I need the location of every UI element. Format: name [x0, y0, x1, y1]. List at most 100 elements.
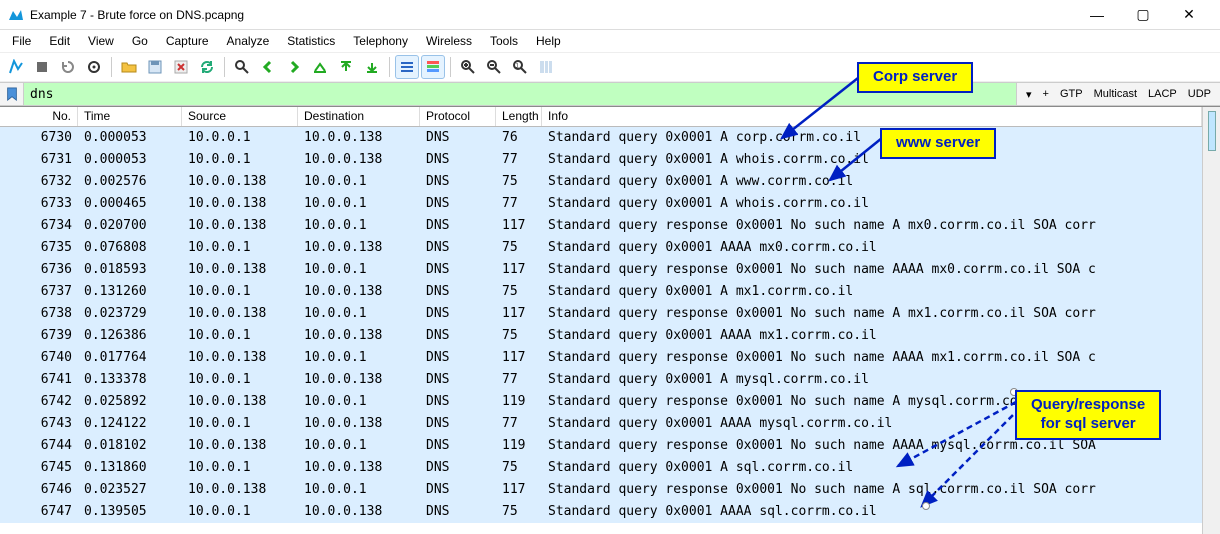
cell: 10.0.0.1 [298, 347, 420, 369]
packet-row[interactable]: 67330.00046510.0.0.13810.0.0.1DNS77Stand… [0, 193, 1202, 215]
col-header-no[interactable]: No. [0, 107, 78, 126]
stop-icon[interactable] [30, 55, 54, 79]
packet-row[interactable]: 67300.00005310.0.0.110.0.0.138DNS76Stand… [0, 127, 1202, 149]
filter-btn-[interactable]: + [1038, 86, 1054, 102]
col-header-dst[interactable]: Destination [298, 107, 420, 126]
cell: 10.0.0.1 [298, 391, 420, 413]
maximize-button[interactable]: ▢ [1120, 0, 1166, 30]
menu-telephony[interactable]: Telephony [345, 32, 416, 50]
close-button[interactable]: ✕ [1166, 0, 1212, 30]
zoom-in-icon[interactable] [456, 55, 480, 79]
cell: 10.0.0.1 [298, 479, 420, 501]
packet-row[interactable]: 67360.01859310.0.0.13810.0.0.1DNS117Stan… [0, 259, 1202, 281]
menu-tools[interactable]: Tools [482, 32, 526, 50]
cell: 10.0.0.138 [298, 237, 420, 259]
resize-cols-icon[interactable] [534, 55, 558, 79]
menu-view[interactable]: View [80, 32, 122, 50]
cell: 10.0.0.138 [182, 435, 298, 457]
filter-btn-[interactable]: ▾ [1021, 86, 1037, 103]
packet-row[interactable]: 67340.02070010.0.0.13810.0.0.1DNS117Stan… [0, 215, 1202, 237]
cell: Standard query 0x0001 A whois.corrm.co.i… [542, 149, 1202, 171]
scrollbar[interactable] [1202, 107, 1220, 534]
cell: 6733 [0, 193, 78, 215]
back-icon[interactable] [256, 55, 280, 79]
cell: 10.0.0.138 [298, 127, 420, 149]
cell: DNS [420, 303, 496, 325]
cell: 6742 [0, 391, 78, 413]
menu-edit[interactable]: Edit [41, 32, 78, 50]
packet-row[interactable]: 67400.01776410.0.0.13810.0.0.1DNS117Stan… [0, 347, 1202, 369]
cell: 10.0.0.1 [182, 127, 298, 149]
restart-icon[interactable] [56, 55, 80, 79]
minimize-button[interactable]: — [1074, 0, 1120, 30]
cell: 75 [496, 171, 542, 193]
find-icon[interactable] [230, 55, 254, 79]
cell: 6734 [0, 215, 78, 237]
cell: 10.0.0.138 [182, 391, 298, 413]
cell: 6738 [0, 303, 78, 325]
cell: DNS [420, 215, 496, 237]
colorize-icon[interactable] [421, 55, 445, 79]
bookmark-icon[interactable] [0, 83, 24, 105]
cell: 10.0.0.1 [182, 501, 298, 523]
open-icon[interactable] [117, 55, 141, 79]
filter-btn-multicast[interactable]: Multicast [1089, 86, 1142, 102]
autoscroll-icon[interactable] [395, 55, 419, 79]
cell: 77 [496, 149, 542, 171]
col-header-proto[interactable]: Protocol [420, 107, 496, 126]
packet-row[interactable]: 67410.13337810.0.0.110.0.0.138DNS77Stand… [0, 369, 1202, 391]
packet-row[interactable]: 67390.12638610.0.0.110.0.0.138DNS75Stand… [0, 325, 1202, 347]
col-header-time[interactable]: Time [78, 107, 182, 126]
cell: 0.000465 [78, 193, 182, 215]
reload-icon[interactable] [195, 55, 219, 79]
menu-statistics[interactable]: Statistics [279, 32, 343, 50]
cell: 117 [496, 259, 542, 281]
jump-icon[interactable] [308, 55, 332, 79]
cell: 6730 [0, 127, 78, 149]
col-header-len[interactable]: Length [496, 107, 542, 126]
cell: DNS [420, 501, 496, 523]
close-file-icon[interactable] [169, 55, 193, 79]
menu-help[interactable]: Help [528, 32, 569, 50]
packet-row[interactable]: 67350.07680810.0.0.110.0.0.138DNS75Stand… [0, 237, 1202, 259]
menu-analyze[interactable]: Analyze [219, 32, 278, 50]
filter-btn-gtp[interactable]: GTP [1055, 86, 1088, 102]
cell: 6746 [0, 479, 78, 501]
menu-file[interactable]: File [4, 32, 39, 50]
packet-row[interactable]: 67370.13126010.0.0.110.0.0.138DNS75Stand… [0, 281, 1202, 303]
packet-row[interactable]: 67460.02352710.0.0.13810.0.0.1DNS117Stan… [0, 479, 1202, 501]
col-header-src[interactable]: Source [182, 107, 298, 126]
packet-list-header[interactable]: No. Time Source Destination Protocol Len… [0, 107, 1202, 127]
cell: 10.0.0.1 [298, 259, 420, 281]
filter-btn-lacp[interactable]: LACP [1143, 86, 1182, 102]
cell: Standard query 0x0001 A whois.corrm.co.i… [542, 193, 1202, 215]
fin-start-icon[interactable] [4, 55, 28, 79]
cell: 10.0.0.138 [298, 457, 420, 479]
packet-row[interactable]: 67470.13950510.0.0.110.0.0.138DNS75Stand… [0, 501, 1202, 523]
menu-wireless[interactable]: Wireless [418, 32, 480, 50]
menu-capture[interactable]: Capture [158, 32, 217, 50]
scrollbar-thumb[interactable] [1208, 111, 1216, 151]
packet-row[interactable]: 67450.13186010.0.0.110.0.0.138DNS75Stand… [0, 457, 1202, 479]
packet-row[interactable]: 67310.00005310.0.0.110.0.0.138DNS77Stand… [0, 149, 1202, 171]
go-last-icon[interactable] [360, 55, 384, 79]
window-title: Example 7 - Brute force on DNS.pcapng [30, 8, 244, 22]
zoom-out-icon[interactable] [482, 55, 506, 79]
zoom-reset-icon[interactable]: 1 [508, 55, 532, 79]
options-icon[interactable] [82, 55, 106, 79]
col-header-info[interactable]: Info [542, 107, 1202, 126]
menubar: FileEditViewGoCaptureAnalyzeStatisticsTe… [0, 30, 1220, 52]
forward-icon[interactable] [282, 55, 306, 79]
cell: DNS [420, 149, 496, 171]
cell: 10.0.0.138 [182, 479, 298, 501]
cell: 0.139505 [78, 501, 182, 523]
menu-go[interactable]: Go [124, 32, 156, 50]
packet-row[interactable]: 67320.00257610.0.0.13810.0.0.1DNS75Stand… [0, 171, 1202, 193]
cell: 0.002576 [78, 171, 182, 193]
packet-row[interactable]: 67380.02372910.0.0.13810.0.0.1DNS117Stan… [0, 303, 1202, 325]
save-icon[interactable] [143, 55, 167, 79]
go-first-icon[interactable] [334, 55, 358, 79]
cell: DNS [420, 369, 496, 391]
filter-btn-udp[interactable]: UDP [1183, 86, 1216, 102]
packet-list-pane: No. Time Source Destination Protocol Len… [0, 106, 1220, 534]
